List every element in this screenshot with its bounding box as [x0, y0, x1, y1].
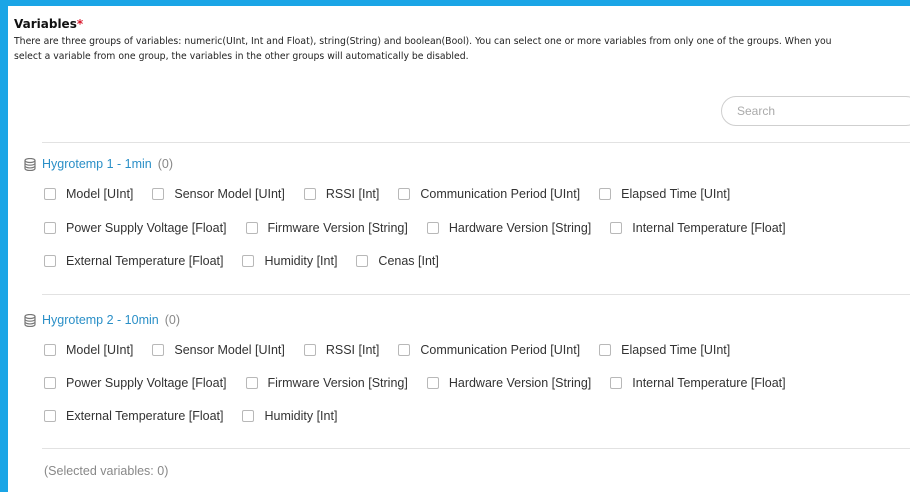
variable-label: Hardware Version [String] — [448, 221, 592, 235]
checkbox[interactable] — [242, 410, 255, 422]
variable-label: Sensor Model [UInt] — [174, 187, 285, 201]
variable-label: Communication Period [UInt] — [420, 343, 581, 357]
section-title: Variables* — [14, 17, 904, 31]
variable-option[interactable]: Internal Temperature [Float] — [610, 221, 786, 235]
variable-label: Internal Temperature [Float] — [632, 221, 786, 235]
variable-option[interactable]: External Temperature [Float] — [44, 254, 223, 268]
variable-label: Model [UInt] — [66, 187, 134, 201]
checkbox[interactable] — [44, 410, 56, 422]
variable-option[interactable]: Elapsed Time [UInt] — [599, 343, 730, 357]
group-count: (0) — [157, 157, 174, 171]
variable-label: Humidity [Int] — [264, 254, 338, 268]
variable-option[interactable]: RSSI [Int] — [303, 187, 380, 201]
option-row: External Temperature [Float] Humidity [I… — [44, 252, 458, 270]
database-icon — [24, 313, 36, 327]
variable-label: Firmware Version [String] — [267, 376, 408, 390]
variable-option[interactable]: Sensor Model [UInt] — [152, 187, 285, 201]
group-name-link[interactable]: Hygrotemp 2 - 10min — [42, 313, 159, 327]
variable-option[interactable]: Firmware Version [String] — [245, 376, 408, 390]
checkbox[interactable] — [303, 344, 316, 356]
divider — [42, 142, 910, 143]
required-mark: * — [76, 17, 84, 31]
variable-option[interactable]: Model [UInt] — [44, 187, 133, 201]
option-row: Power Supply Voltage [Float] Firmware Ve… — [44, 374, 805, 392]
checkbox[interactable] — [44, 377, 56, 389]
variable-label: Elapsed Time [UInt] — [621, 187, 731, 201]
variable-option[interactable]: Power Supply Voltage [Float] — [44, 376, 227, 390]
variable-label: Power Supply Voltage [Float] — [66, 376, 227, 390]
checkbox[interactable] — [398, 344, 411, 356]
checkbox[interactable] — [610, 222, 623, 234]
divider — [42, 294, 910, 295]
option-row: Model [UInt] Sensor Model [UInt] RSSI [I… — [44, 185, 749, 203]
variable-label: RSSI [Int] — [325, 343, 380, 357]
variable-option[interactable]: Humidity [Int] — [242, 254, 337, 268]
variable-label: Internal Temperature [Float] — [632, 376, 786, 390]
variable-option[interactable]: Sensor Model [UInt] — [152, 343, 285, 357]
checkbox[interactable] — [152, 344, 165, 356]
variable-option[interactable]: Communication Period [UInt] — [398, 187, 580, 201]
checkbox[interactable] — [426, 222, 439, 234]
option-row: External Temperature [Float] Humidity [I… — [44, 407, 356, 425]
variable-label: Firmware Version [String] — [267, 221, 408, 235]
variable-option[interactable]: Humidity [Int] — [242, 409, 337, 423]
checkbox[interactable] — [426, 377, 439, 389]
variable-option[interactable]: Hardware Version [String] — [426, 221, 592, 235]
checkbox[interactable] — [44, 255, 56, 267]
variable-label: External Temperature [Float] — [66, 254, 224, 268]
variables-section: Variables* There are three groups of var… — [14, 17, 904, 64]
option-row: Power Supply Voltage [Float] Firmware Ve… — [44, 219, 805, 237]
group-header[interactable]: Hygrotemp 1 - 1min (0) — [24, 155, 173, 173]
variable-option[interactable]: RSSI [Int] — [303, 343, 380, 357]
variable-option[interactable]: Elapsed Time [UInt] — [599, 187, 730, 201]
selected-count: (Selected variables: 0) — [44, 464, 169, 478]
option-row: Model [UInt] Sensor Model [UInt] RSSI [I… — [44, 341, 749, 359]
variable-label: Communication Period [UInt] — [420, 187, 581, 201]
variable-option[interactable]: Cenas [Int] — [356, 254, 439, 268]
variable-option[interactable]: Firmware Version [String] — [245, 221, 408, 235]
group-header[interactable]: Hygrotemp 2 - 10min (0) — [24, 311, 180, 329]
variable-option[interactable]: External Temperature [Float] — [44, 409, 223, 423]
checkbox[interactable] — [245, 377, 258, 389]
section-description: There are three groups of variables: num… — [14, 36, 832, 62]
variable-label: Elapsed Time [UInt] — [621, 343, 731, 357]
checkbox[interactable] — [303, 188, 316, 200]
variable-label: Hardware Version [String] — [448, 376, 592, 390]
checkbox[interactable] — [599, 188, 612, 200]
checkbox[interactable] — [398, 188, 411, 200]
checkbox[interactable] — [599, 344, 612, 356]
variable-label: External Temperature [Float] — [66, 409, 224, 423]
variable-option[interactable]: Model [UInt] — [44, 343, 133, 357]
search-input[interactable] — [735, 103, 889, 119]
variable-option[interactable]: Communication Period [UInt] — [398, 343, 580, 357]
variable-label: Power Supply Voltage [Float] — [66, 221, 227, 235]
section-title-text: Variables — [14, 17, 77, 31]
variable-label: Humidity [Int] — [264, 409, 338, 423]
checkbox[interactable] — [242, 255, 255, 267]
checkbox[interactable] — [44, 344, 56, 356]
group-count: (0) — [164, 313, 180, 327]
group-name-link[interactable]: Hygrotemp 1 - 1min — [42, 157, 152, 171]
variable-option[interactable]: Power Supply Voltage [Float] — [44, 221, 227, 235]
variable-label: RSSI [Int] — [325, 187, 380, 201]
variable-option[interactable]: Internal Temperature [Float] — [610, 376, 786, 390]
checkbox[interactable] — [44, 222, 56, 234]
variable-label: Cenas [Int] — [378, 254, 439, 268]
checkbox[interactable] — [44, 188, 56, 200]
variable-label: Sensor Model [UInt] — [174, 343, 285, 357]
checkbox[interactable] — [356, 255, 369, 267]
variable-label: Model [UInt] — [66, 343, 134, 357]
checkbox[interactable] — [245, 222, 258, 234]
checkbox[interactable] — [610, 377, 623, 389]
divider — [42, 448, 910, 449]
search-box[interactable] — [721, 96, 910, 126]
checkbox[interactable] — [152, 188, 165, 200]
variable-option[interactable]: Hardware Version [String] — [426, 376, 592, 390]
database-icon — [24, 157, 36, 171]
